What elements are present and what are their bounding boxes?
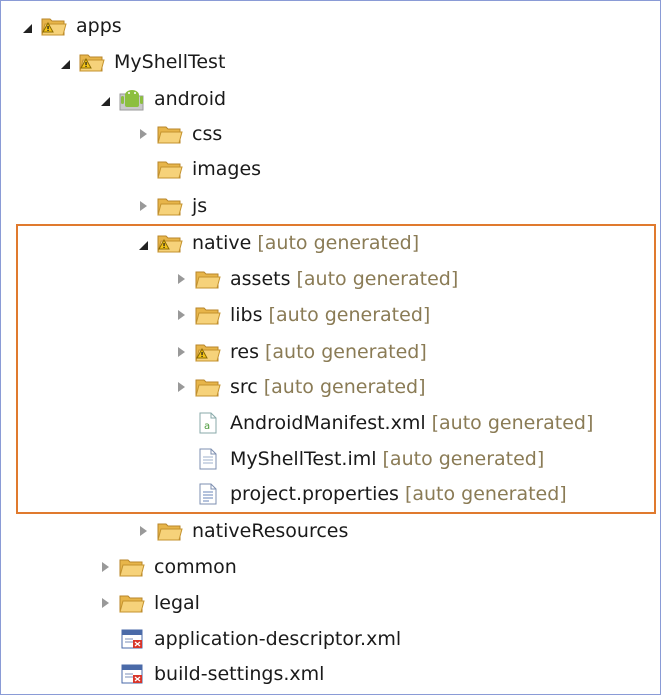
svg-text:a: a <box>204 421 210 432</box>
collapse-toggle[interactable] <box>174 336 188 368</box>
tree-item-label: project.properties <box>230 483 399 505</box>
xml-file-icon <box>118 626 146 652</box>
tree-item-css[interactable]: css <box>136 118 222 150</box>
folder-icon <box>194 266 222 292</box>
tree-item-project-properties[interactable]: project.properties [auto generated] <box>174 478 567 510</box>
warning-folder-icon <box>194 339 222 365</box>
auto-generated-decoration: [auto generated] <box>264 341 427 363</box>
tree-item-label: apps <box>76 15 122 37</box>
folder-icon <box>156 121 184 147</box>
tree-item-nativeresources[interactable]: nativeResources <box>136 515 348 547</box>
auto-generated-decoration: [auto generated] <box>404 483 567 505</box>
collapse-toggle[interactable] <box>136 515 150 547</box>
folder-icon <box>156 193 184 219</box>
auto-generated-decoration: [auto generated] <box>296 268 459 290</box>
collapse-toggle[interactable] <box>174 263 188 295</box>
tree-item-label: assets <box>230 268 291 290</box>
tree-item-label: native <box>192 232 252 254</box>
folder-icon <box>156 518 184 544</box>
warning-folder-icon <box>156 230 184 256</box>
tree-item-label: legal <box>154 592 200 614</box>
tree-item-apps[interactable]: apps <box>20 10 122 42</box>
collapse-toggle[interactable] <box>174 371 188 403</box>
tree-item-label: common <box>154 556 237 578</box>
tree-item-js[interactable]: js <box>136 190 207 222</box>
text-file-icon <box>194 446 222 472</box>
collapse-toggle[interactable] <box>174 299 188 331</box>
tree-item-label: nativeResources <box>192 520 349 542</box>
auto-generated-decoration: [auto generated] <box>263 376 426 398</box>
tree-item-androidmanifest[interactable]: a AndroidManifest.xml [auto generated] <box>174 407 593 439</box>
xml-file-icon <box>118 661 146 687</box>
tree-item-label: MyShellTest <box>114 51 226 73</box>
tree-item-res[interactable]: res [auto generated] <box>174 336 427 368</box>
android-folder-icon <box>118 86 146 112</box>
tree-item-label: application-descriptor.xml <box>154 628 402 650</box>
tree-item-label: css <box>192 123 223 145</box>
folder-icon <box>118 554 146 580</box>
auto-generated-decoration: [auto generated] <box>431 412 594 434</box>
folder-icon <box>194 302 222 328</box>
tree-item-common[interactable]: common <box>98 551 237 583</box>
folder-icon <box>118 590 146 616</box>
tree-item-build-settings[interactable]: build-settings.xml <box>98 658 324 690</box>
tree-item-assets[interactable]: assets [auto generated] <box>174 263 458 295</box>
tree-item-label: res <box>230 341 259 363</box>
expand-toggle[interactable] <box>98 83 112 115</box>
tree-item-label: build-settings.xml <box>154 663 325 685</box>
tree-item-label: libs <box>230 304 263 326</box>
tree-item-label: src <box>230 376 258 398</box>
tree-item-src[interactable]: src [auto generated] <box>174 371 426 403</box>
tree-item-label: MyShellTest.iml <box>230 448 377 470</box>
tree-item-myshelltest-iml[interactable]: MyShellTest.iml [auto generated] <box>174 443 544 475</box>
warning-folder-icon <box>78 49 106 75</box>
collapse-toggle[interactable] <box>136 118 150 150</box>
expand-toggle[interactable] <box>58 46 72 78</box>
expand-toggle[interactable] <box>20 10 34 42</box>
tree-item-images[interactable]: images <box>136 153 261 185</box>
collapse-toggle[interactable] <box>136 190 150 222</box>
auto-generated-decoration: [auto generated] <box>268 304 431 326</box>
expand-toggle[interactable] <box>136 227 150 259</box>
tree-item-android[interactable]: android <box>98 83 226 115</box>
tree-item-label: js <box>192 195 208 217</box>
tree-item-legal[interactable]: legal <box>98 587 200 619</box>
android-manifest-file-icon: a <box>194 410 222 436</box>
tree-item-libs[interactable]: libs [auto generated] <box>174 299 430 331</box>
tree-item-label: android <box>154 88 227 110</box>
tree-item-native[interactable]: native [auto generated] <box>136 227 419 259</box>
collapse-toggle[interactable] <box>98 587 112 619</box>
tree-item-label: AndroidManifest.xml <box>230 412 426 434</box>
auto-generated-decoration: [auto generated] <box>382 448 545 470</box>
tree-item-application-descriptor[interactable]: application-descriptor.xml <box>98 623 401 655</box>
auto-generated-decoration: [auto generated] <box>257 232 420 254</box>
folder-icon <box>194 374 222 400</box>
tree-item-label: images <box>192 158 262 180</box>
properties-file-icon <box>194 481 222 507</box>
tree-item-myshelltest[interactable]: MyShellTest <box>58 46 225 78</box>
warning-folder-icon <box>40 13 68 39</box>
collapse-toggle[interactable] <box>98 551 112 583</box>
folder-icon <box>156 156 184 182</box>
